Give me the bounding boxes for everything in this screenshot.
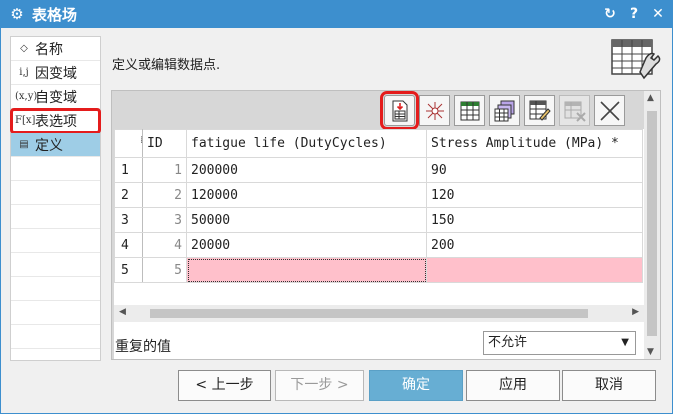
sidebar-spacer (11, 253, 100, 277)
sidebar-item-label: 名称 (35, 41, 63, 58)
dependent-var-icon: i,j (19, 67, 29, 78)
table-wrench-icon (611, 39, 661, 80)
sidebar-spacer (11, 181, 100, 205)
sidebar-spacer (11, 301, 100, 325)
column-resize-handle[interactable]: ⁞ (140, 135, 143, 146)
sidebar-item-independent[interactable]: (x,y) 自变域 (11, 85, 100, 109)
cancel-button[interactable]: 取消 (562, 370, 656, 401)
duplicate-values-select[interactable]: 不允许 ▼ (483, 331, 636, 355)
table-row: 2 2 120000 120 (114, 182, 643, 208)
table-cell[interactable]: 150 (426, 207, 643, 233)
table-cell[interactable]: 90 (426, 157, 643, 183)
table-row-new: 5 5 (114, 257, 643, 283)
sidebar-spacer (11, 205, 100, 229)
scroll-thumb[interactable] (647, 111, 657, 336)
sidebar-item-label: 表选项 (35, 113, 77, 130)
function-icon: F[x] (15, 115, 36, 126)
scatter-plot-button[interactable] (419, 95, 450, 126)
table-cell[interactable] (426, 257, 643, 283)
edit-table-icon: ▤ (19, 139, 29, 150)
data-panel: ID fatigue life (DutyCycles) Stress Ampl… (111, 90, 661, 360)
sidebar-item-name[interactable]: ◇ 名称 (11, 37, 100, 61)
ok-button[interactable]: 确定 (369, 370, 463, 401)
table-cell[interactable]: 120000 (186, 182, 427, 208)
sidebar: ◇ 名称 i,j 因变域 (x,y) 自变域 F[x] 表选项 ▤ 定义 (10, 36, 101, 361)
delete-table-button[interactable] (559, 95, 590, 126)
id-cell: 5 (142, 257, 187, 283)
reset-icon[interactable]: ↻ (601, 3, 619, 25)
row-number[interactable]: 2 (114, 182, 143, 208)
scroll-left-icon[interactable]: ◀ (119, 307, 126, 317)
apply-button[interactable]: 应用 (466, 370, 560, 401)
sidebar-item-dependent[interactable]: i,j 因变域 (11, 61, 100, 85)
back-button[interactable]: < 上一步 (178, 370, 271, 401)
table-header-row: ID fatigue life (DutyCycles) Stress Ampl… (114, 129, 643, 158)
table-cell[interactable]: 20000 (186, 232, 427, 258)
column-header[interactable]: fatigue life (DutyCycles) (186, 129, 427, 158)
scroll-right-icon[interactable]: ▶ (632, 307, 639, 317)
sidebar-spacer (11, 157, 100, 181)
table-row: 1 1 200000 90 (114, 157, 643, 183)
row-number[interactable]: 3 (114, 207, 143, 233)
table-cell-active[interactable] (186, 257, 427, 283)
table-cell[interactable]: 120 (426, 182, 643, 208)
column-header[interactable]: Stress Amplitude (MPa) * (426, 129, 643, 158)
id-cell: 4 (142, 232, 187, 258)
vertical-scrollbar[interactable]: ▲ ▼ (644, 91, 660, 359)
select-value: 不允许 (488, 335, 528, 350)
sidebar-spacer (11, 325, 100, 349)
sidebar-spacer (11, 229, 100, 253)
id-cell: 1 (142, 157, 187, 183)
table-row: 4 4 20000 200 (114, 232, 643, 258)
sidebar-item-label: 因变域 (35, 65, 77, 82)
sidebar-item-define[interactable]: ▤ 定义 (11, 133, 100, 157)
data-grid: ID fatigue life (DutyCycles) Stress Ampl… (114, 129, 644, 359)
clear-button[interactable] (594, 95, 625, 126)
table-icon (460, 101, 479, 120)
independent-var-icon: (x,y) (15, 91, 38, 102)
edit-table-icon (529, 100, 551, 121)
multi-table-button[interactable] (489, 95, 520, 126)
id-cell: 2 (142, 182, 187, 208)
view-table-button[interactable] (454, 95, 485, 126)
instruction-text: 定义或编辑数据点. (112, 58, 221, 73)
multi-table-icon (494, 100, 514, 121)
row-number[interactable]: 4 (114, 232, 143, 258)
table-cell[interactable]: 50000 (186, 207, 427, 233)
chevron-down-icon: ▼ (621, 337, 629, 348)
import-table-icon (392, 100, 407, 121)
sidebar-item-table-options[interactable]: F[x] 表选项 (10, 108, 101, 134)
duplicate-values-label: 重复的值 (115, 339, 171, 355)
scroll-down-icon[interactable]: ▼ (647, 347, 654, 357)
row-header-corner (114, 129, 143, 158)
column-header[interactable]: ID (142, 129, 187, 158)
scroll-thumb[interactable] (150, 309, 588, 318)
tag-icon: ◇ (20, 43, 28, 54)
sidebar-spacer (11, 277, 100, 301)
scatter-icon (425, 101, 444, 120)
window-title: 表格场 (32, 5, 78, 24)
horizontal-scrollbar[interactable]: ◀ ▶ (114, 305, 644, 322)
delete-table-icon (564, 101, 586, 122)
close-icon[interactable]: ✕ (649, 3, 667, 25)
close-icon (599, 100, 620, 121)
table-cell[interactable]: 200000 (186, 157, 427, 183)
row-number[interactable]: 1 (114, 157, 143, 183)
table-cell[interactable]: 200 (426, 232, 643, 258)
next-button[interactable]: 下一步 > (275, 370, 364, 401)
table-row: 3 3 50000 150 (114, 207, 643, 233)
table-toolbar (380, 91, 625, 130)
id-cell: 3 (142, 207, 187, 233)
title-bar: ⚙ 表格场 ↻ ? ✕ (0, 0, 673, 28)
sidebar-item-label: 定义 (35, 137, 63, 154)
import-table-button[interactable] (380, 91, 419, 130)
sidebar-item-label: 自变域 (35, 89, 77, 106)
gear-icon: ⚙ (10, 5, 24, 23)
help-icon[interactable]: ? (625, 3, 643, 25)
scroll-up-icon[interactable]: ▲ (647, 93, 654, 103)
edit-table-button[interactable] (524, 95, 555, 126)
row-number[interactable]: 5 (114, 257, 143, 283)
